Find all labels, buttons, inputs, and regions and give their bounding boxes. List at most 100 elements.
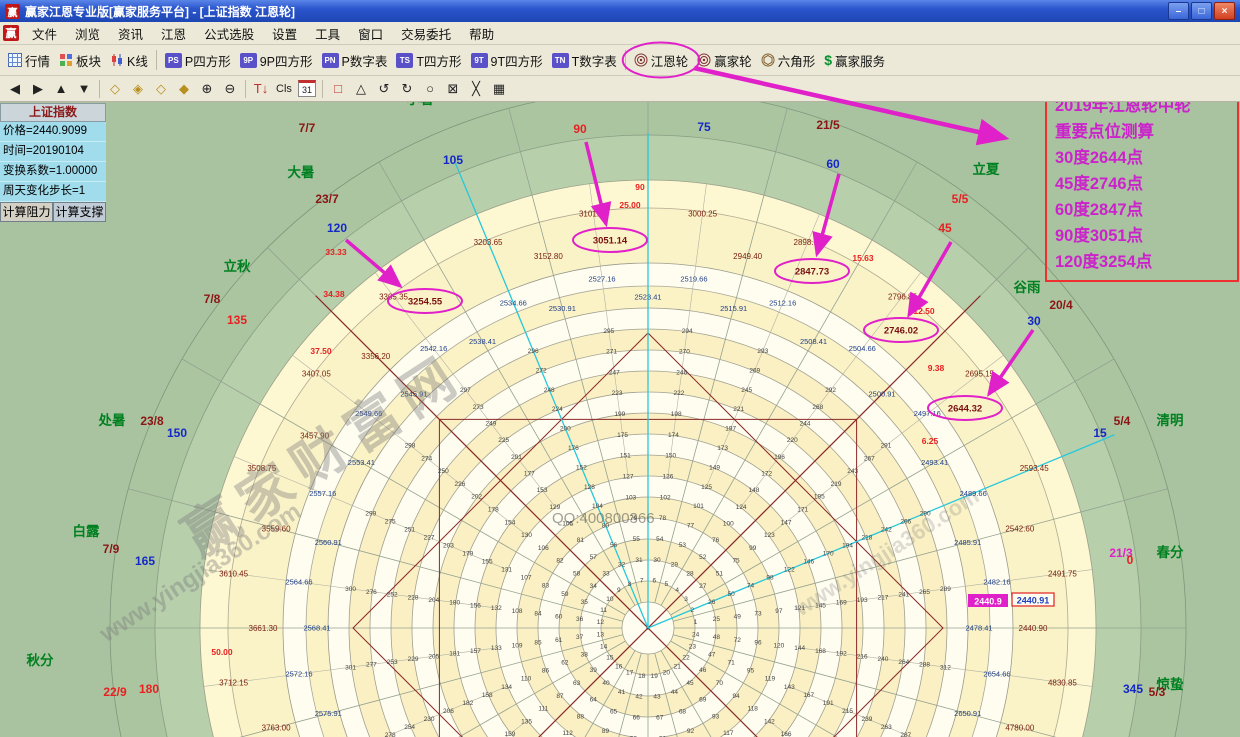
svg-text:23/7: 23/7 (315, 192, 339, 206)
minimize-button[interactable]: – (1168, 2, 1189, 20)
svg-text:264: 264 (898, 659, 909, 666)
annotation-line-4: 60度2847点 (1055, 197, 1229, 223)
svg-text:218: 218 (862, 535, 873, 542)
drawbar-boxed-x[interactable]: ⊠ (442, 78, 464, 99)
maximize-button[interactable]: □ (1191, 2, 1212, 20)
svg-text:244: 244 (800, 421, 811, 428)
drawbar-cls[interactable]: Cls (273, 78, 295, 99)
drawbar-diamond-2[interactable]: ◈ (127, 78, 149, 99)
svg-text:2519.66: 2519.66 (680, 275, 707, 284)
svg-text:25.00: 25.00 (619, 200, 641, 210)
svg-text:2572.16: 2572.16 (285, 669, 312, 678)
app-logo-icon-small: 赢 (3, 25, 19, 41)
svg-text:132: 132 (491, 605, 502, 612)
svg-text:99: 99 (749, 545, 757, 552)
drawbar-diamond-4[interactable]: ◆ (173, 78, 195, 99)
toolbar-item-gann-wheel[interactable]: 江恩轮 (630, 48, 693, 73)
drawbar-diamond-1[interactable]: ◇ (104, 78, 126, 99)
svg-text:85: 85 (534, 640, 542, 647)
svg-text:131: 131 (501, 567, 512, 574)
drawbar-up-triangle[interactable]: ▲ (50, 78, 72, 99)
svg-text:65: 65 (610, 708, 618, 715)
svg-text:191: 191 (823, 700, 834, 707)
svg-text:143: 143 (784, 684, 795, 691)
drawbar-nav-forward[interactable]: ▶ (27, 78, 49, 99)
drawbar-zoom-out[interactable]: ⊖ (219, 78, 241, 99)
svg-text:30: 30 (653, 557, 661, 564)
menu-item-formula[interactable]: 公式选股 (195, 22, 263, 45)
menu-item-trade[interactable]: 交易委托 (392, 22, 460, 45)
menu-item-settings[interactable]: 设置 (263, 22, 306, 45)
svg-text:222: 222 (674, 390, 685, 397)
svg-text:120: 120 (773, 642, 784, 649)
menu-item-gann[interactable]: 江恩 (152, 22, 195, 45)
svg-text:278: 278 (385, 732, 396, 737)
calc-resistance-button[interactable]: 计算阻力 (0, 202, 53, 222)
svg-text:201: 201 (511, 454, 522, 461)
menu-item-window[interactable]: 窗口 (349, 22, 392, 45)
toolbar-item-t-table[interactable]: TNT数字表 (548, 48, 621, 73)
toolbar-item-kline[interactable]: K线 (106, 48, 152, 73)
svg-text:2549.66: 2549.66 (355, 409, 382, 418)
drawbar-nav-back[interactable]: ◀ (4, 78, 26, 99)
svg-text:93: 93 (712, 713, 720, 720)
kline-icon (110, 53, 124, 67)
toolbar-item-t-square[interactable]: TST四方形 (392, 48, 465, 73)
drawbar-text-tool[interactable]: T↓ (250, 78, 272, 99)
svg-text:22/9: 22/9 (103, 685, 127, 699)
drawbar-triangle-tool[interactable]: △ (350, 78, 372, 99)
menu-item-tools[interactable]: 工具 (306, 22, 349, 45)
svg-text:41: 41 (618, 689, 626, 696)
drawbar-circle-tool[interactable]: ○ (419, 78, 441, 99)
toolbar-item-quotes[interactable]: 行情 (4, 48, 54, 73)
drawbar-diamond-3[interactable]: ◇ (150, 78, 172, 99)
svg-text:145: 145 (815, 602, 826, 609)
menu-item-browse[interactable]: 浏览 (66, 22, 109, 45)
drawbar-rect-tool[interactable]: □ (327, 78, 349, 99)
svg-text:50.00: 50.00 (211, 647, 233, 657)
svg-text:56: 56 (610, 542, 618, 549)
winner-wheel-icon (697, 53, 711, 67)
toolbar-item-9t-square[interactable]: 9T9T四方形 (467, 48, 547, 73)
svg-text:273: 273 (473, 404, 484, 411)
svg-text:2545.91: 2545.91 (400, 389, 427, 398)
drawbar-grid-tool[interactable]: ▦ (488, 78, 510, 99)
svg-text:301: 301 (345, 664, 356, 671)
drawbar-cross-tool[interactable]: ╳ (465, 78, 487, 99)
toolbar-item-hexagon[interactable]: 六角形 (757, 48, 820, 73)
toolbar-item-9p-square[interactable]: 9P9P四方形 (236, 48, 317, 73)
menu-item-help[interactable]: 帮助 (460, 22, 503, 45)
svg-text:5/3: 5/3 (1149, 685, 1166, 699)
toolbar-item-p-table[interactable]: PNP数字表 (318, 48, 392, 73)
svg-text:271: 271 (606, 349, 617, 356)
menu-item-news[interactable]: 资讯 (109, 22, 152, 45)
toolbar-item-winner-wheel[interactable]: 赢家轮 (693, 48, 756, 73)
close-button[interactable]: × (1214, 2, 1235, 20)
svg-text:112: 112 (562, 730, 573, 737)
svg-text:227: 227 (424, 535, 435, 542)
svg-text:20/4: 20/4 (1049, 298, 1073, 312)
toolbar-item-sectors[interactable]: 板块 (55, 48, 105, 73)
svg-text:216: 216 (857, 653, 868, 660)
svg-text:151: 151 (620, 453, 631, 460)
toolbar-item-winner-service[interactable]: $赢家服务 (820, 48, 889, 73)
drawbar-down-triangle[interactable]: ▼ (73, 78, 95, 99)
svg-text:291: 291 (881, 443, 892, 450)
svg-text:34: 34 (590, 583, 598, 590)
svg-text:69: 69 (699, 697, 707, 704)
drawbar-zoom-in[interactable]: ⊕ (196, 78, 218, 99)
svg-text:39: 39 (590, 667, 598, 674)
svg-text:223: 223 (612, 390, 623, 397)
svg-text:75: 75 (697, 120, 711, 134)
calc-support-button[interactable]: 计算支撑 (53, 202, 106, 222)
svg-text:白露: 白露 (73, 523, 100, 539)
svg-text:9: 9 (617, 587, 621, 594)
menu-item-file[interactable]: 文件 (23, 22, 66, 45)
svg-text:2568.41: 2568.41 (303, 624, 330, 633)
drawbar-rotate-left[interactable]: ↺ (373, 78, 395, 99)
drawbar-rotate-right[interactable]: ↻ (396, 78, 418, 99)
toolbar-item-p-square[interactable]: PSP四方形 (161, 48, 235, 73)
drawbar-calendar[interactable]: 31 (296, 78, 318, 99)
svg-text:117: 117 (723, 730, 734, 737)
svg-text:55: 55 (633, 536, 641, 543)
